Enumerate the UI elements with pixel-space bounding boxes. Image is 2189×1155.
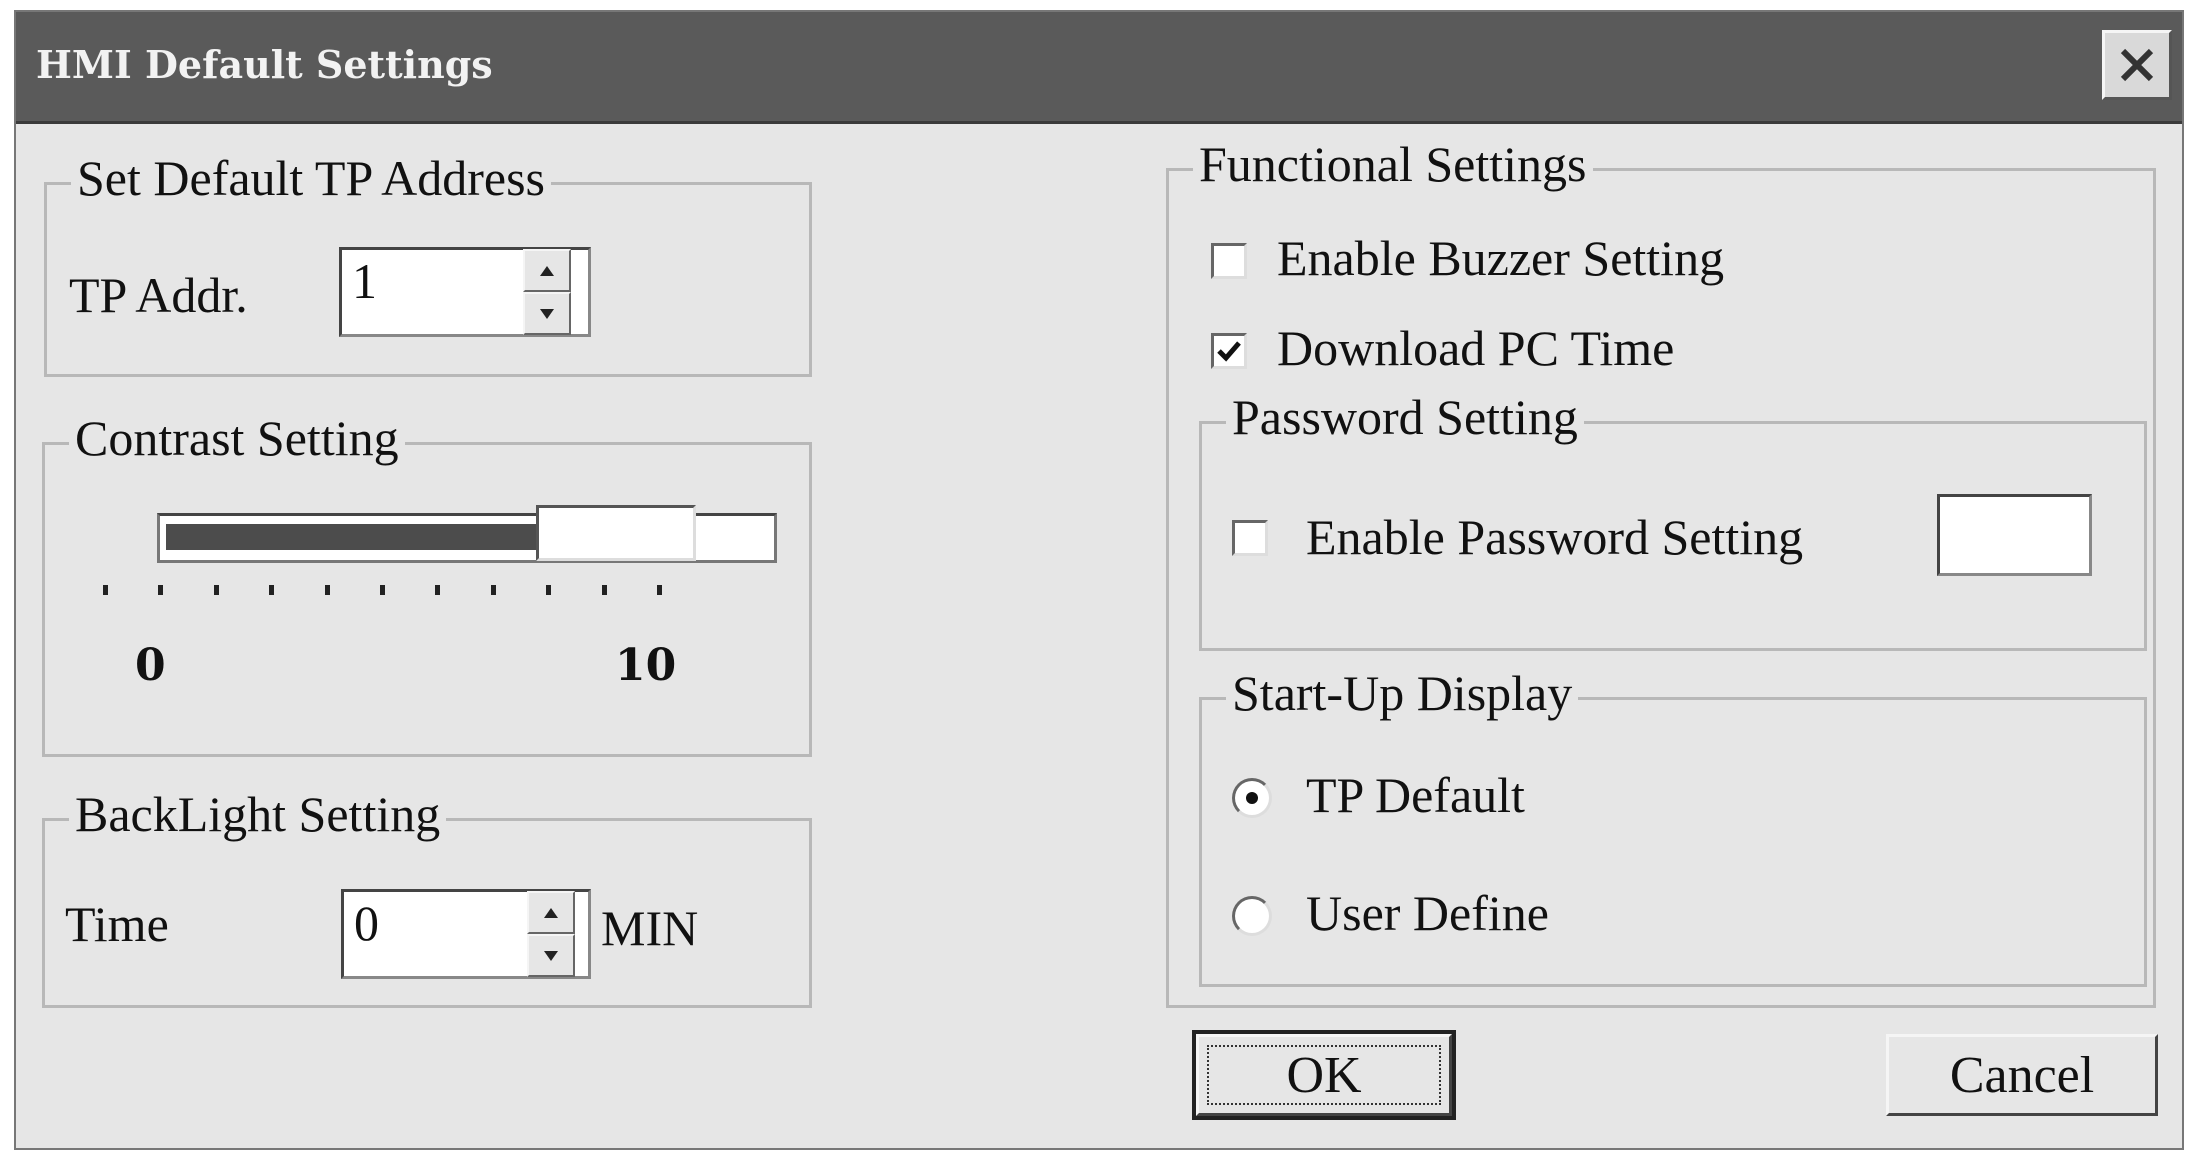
user-define-radio[interactable] (1232, 896, 1272, 936)
contrast-tick (380, 585, 385, 595)
tp-addr-down-button[interactable] (523, 292, 571, 335)
contrast-tick (213, 585, 219, 595)
tp-addr-up-button[interactable] (523, 249, 571, 292)
close-icon (2120, 48, 2154, 82)
backlight-unit-label: MIN (601, 900, 699, 956)
tp-default-label[interactable]: TP Default (1306, 770, 1525, 820)
contrast-group: Contrast Setting 0 10 (42, 413, 812, 757)
window-title: HMI Default Settings (36, 42, 493, 87)
contrast-tick (269, 585, 275, 595)
contrast-slider-fill (166, 524, 544, 550)
backlight-down-button[interactable] (527, 934, 575, 977)
tp-addr-label: TP Addr. (69, 267, 248, 323)
contrast-legend: Contrast Setting (69, 413, 405, 463)
tp-default-radio[interactable] (1232, 778, 1272, 818)
tp-addr-stepper[interactable] (523, 249, 571, 335)
chevron-down-icon (540, 308, 554, 319)
checkmark-icon (1217, 341, 1241, 362)
cancel-button[interactable]: Cancel (1886, 1034, 2158, 1116)
buzzer-label[interactable]: Enable Buzzer Setting (1277, 233, 1724, 283)
hmi-default-settings-dialog: HMI Default Settings Set Default TP Addr… (14, 10, 2184, 1150)
contrast-tick (324, 585, 330, 595)
startup-display-group: Start-Up Display TP Default User Define (1199, 668, 2147, 987)
chevron-up-icon (540, 265, 554, 276)
chevron-up-icon (544, 907, 558, 918)
password-label[interactable]: Enable Password Setting (1306, 512, 1803, 562)
cancel-button-label: Cancel (1949, 1046, 2095, 1104)
backlight-group: BackLight Setting Time 0 MIN (42, 789, 812, 1008)
ok-button[interactable]: OK (1192, 1030, 1456, 1120)
password-checkbox[interactable] (1232, 520, 1268, 556)
password-legend: Password Setting (1226, 392, 1584, 442)
buzzer-checkbox[interactable] (1211, 243, 1247, 279)
chevron-down-icon (544, 950, 558, 961)
user-define-label[interactable]: User Define (1306, 888, 1549, 938)
contrast-tick (657, 585, 662, 595)
functional-settings-legend: Functional Settings (1193, 139, 1593, 189)
functional-settings-group: Functional Settings Enable Buzzer Settin… (1166, 139, 2156, 1008)
backlight-legend: BackLight Setting (69, 789, 447, 839)
contrast-tick (103, 585, 108, 595)
pc-time-label[interactable]: Download PC Time (1277, 323, 1674, 373)
close-button[interactable] (2102, 30, 2172, 100)
contrast-tick (601, 585, 607, 595)
password-input[interactable] (1937, 494, 2092, 576)
contrast-min-label: 0 (135, 640, 166, 691)
backlight-time-label: Time (65, 896, 169, 952)
contrast-tick (158, 585, 164, 595)
contrast-tick (490, 585, 496, 595)
pc-time-checkbox[interactable] (1211, 333, 1247, 369)
tp-address-legend: Set Default TP Address (71, 153, 552, 203)
ok-focus-ring (1207, 1045, 1441, 1105)
radio-selected-dot (1246, 792, 1258, 804)
contrast-tick (546, 585, 552, 595)
contrast-max-label: 10 (615, 640, 677, 691)
contrast-tick (435, 585, 441, 595)
backlight-time-stepper[interactable] (527, 891, 575, 977)
tp-address-group: Set Default TP Address TP Addr. 1 (44, 153, 812, 377)
title-bar[interactable]: HMI Default Settings (16, 12, 2182, 124)
startup-display-legend: Start-Up Display (1226, 668, 1579, 718)
backlight-up-button[interactable] (527, 891, 575, 934)
password-group: Password Setting Enable Password Setting (1199, 392, 2147, 651)
contrast-slider-thumb[interactable] (536, 505, 697, 561)
